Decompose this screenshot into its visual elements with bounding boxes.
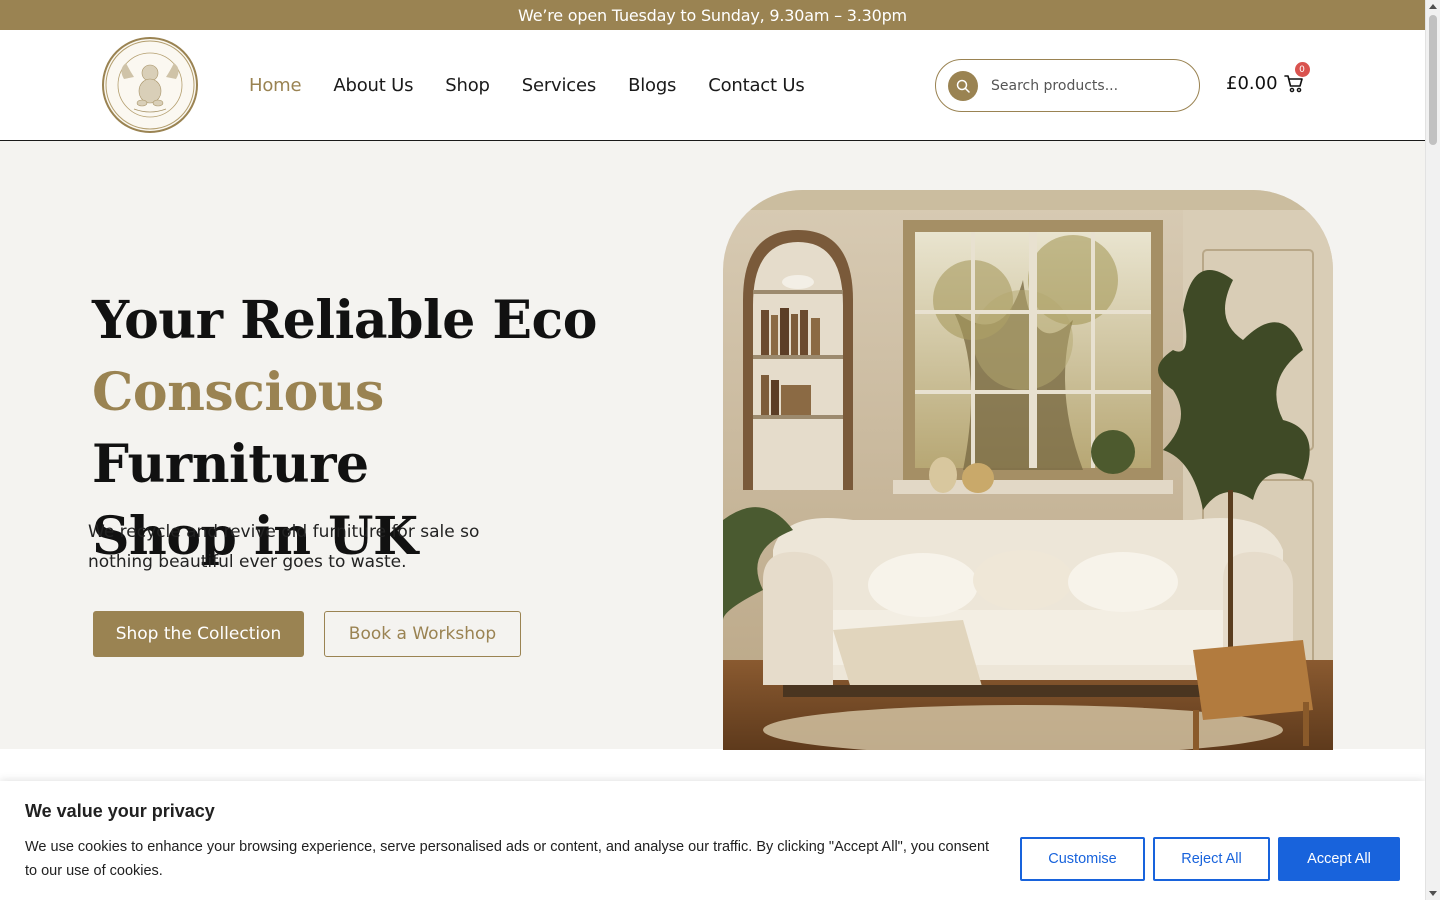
scroll-up-arrow-icon[interactable] (1429, 4, 1437, 9)
hero-title-line1: Your Reliable Eco (92, 290, 597, 351)
cookie-title: We value your privacy (25, 801, 215, 821)
nav-shop[interactable]: Shop (445, 75, 490, 96)
nav-about-us[interactable]: About Us (333, 75, 413, 96)
living-room-illustration (723, 190, 1333, 750)
shop-collection-button[interactable]: Shop the Collection (93, 611, 304, 657)
page-scrollbar[interactable] (1425, 0, 1440, 900)
cookie-customise-button[interactable]: Customise (1020, 837, 1145, 881)
hero-subtitle: We recycle and revive old furniture for … (88, 522, 480, 572)
cookie-banner: We value your privacy We use cookies to … (0, 781, 1425, 900)
cookie-reject-button[interactable]: Reject All (1153, 837, 1270, 881)
announcement-text: We’re open Tuesday to Sunday, 9.30am – 3… (518, 5, 907, 25)
hero-section: Your Reliable Eco Conscious Furniture Sh… (0, 141, 1425, 750)
hero-title-line2: Furniture (92, 434, 369, 495)
search-input[interactable] (991, 77, 1181, 94)
site-logo[interactable] (102, 37, 198, 133)
cart-count-badge: 0 (1294, 62, 1310, 77)
nav-contact-us[interactable]: Contact Us (708, 75, 805, 96)
search-icon (956, 79, 970, 93)
scroll-down-arrow-icon[interactable] (1429, 891, 1437, 896)
hero-title-accent: Conscious (92, 362, 384, 423)
announcement-bar: We’re open Tuesday to Sunday, 9.30am – 3… (0, 0, 1425, 30)
site-header: Home About Us Shop Services Blogs Contac… (0, 30, 1425, 141)
scrollbar-thumb[interactable] (1429, 15, 1437, 145)
book-workshop-button[interactable]: Book a Workshop (324, 611, 521, 657)
cart[interactable]: £0.00 0 (1226, 62, 1310, 94)
cart-icon[interactable]: 0 (1283, 62, 1310, 94)
hero-image (723, 190, 1333, 750)
search-button[interactable] (948, 70, 978, 101)
nav-home[interactable]: Home (249, 75, 302, 96)
cart-total: £0.00 (1226, 72, 1278, 94)
cookie-text: We use cookies to enhance your browsing … (25, 839, 990, 879)
cherub-logo-icon (105, 40, 195, 130)
cookie-accept-button[interactable]: Accept All (1278, 837, 1400, 881)
main-nav: Home About Us Shop Services Blogs Contac… (249, 30, 837, 140)
search-box (935, 59, 1200, 112)
nav-services[interactable]: Services (522, 75, 597, 96)
nav-blogs[interactable]: Blogs (628, 75, 676, 96)
